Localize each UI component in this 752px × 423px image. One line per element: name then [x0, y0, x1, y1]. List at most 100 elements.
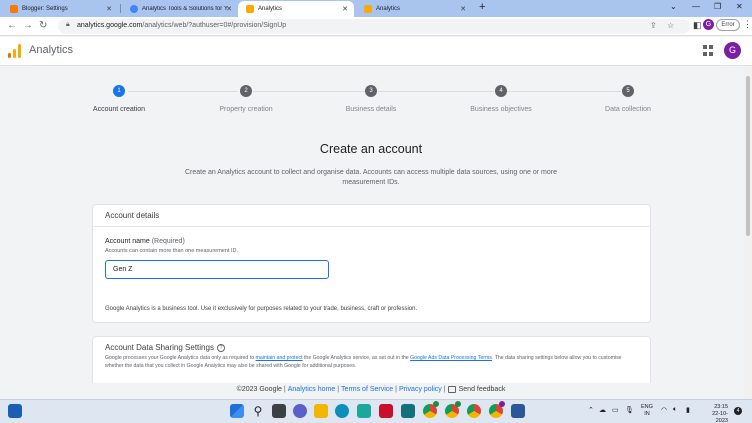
terms-of-service-link[interactable]: Terms of Service [341, 386, 393, 393]
browser-toolbar: ← → ↻ 🔒︎ analytics.google.com/analytics/… [0, 17, 752, 36]
onedrive-icon[interactable]: ☁ [599, 406, 606, 414]
tab-title: Analytics [258, 6, 283, 12]
search-icon[interactable]: ⚲ [251, 404, 265, 418]
tab-divider [120, 4, 121, 13]
language-indicator[interactable]: ENG IN [641, 404, 653, 418]
browser-menu-icon[interactable]: ⋮ [743, 19, 752, 30]
windows-taskbar: ⚲ ⌃ ☁ ▭ 🎙︎ ENG IN ◠ 🔈︎ ▮ 23:15 22-10-202… [0, 399, 752, 423]
widgets-icon[interactable] [8, 404, 22, 418]
lang-top: ENG [641, 404, 653, 410]
blogger-favicon-icon [10, 5, 18, 13]
sharing-text-1: Google processes your Google Analytics d… [105, 355, 256, 361]
analytics-logo-icon [8, 44, 22, 58]
mcafee-icon[interactable] [379, 404, 393, 418]
page-footer: ©2023 Google | Analytics home | Terms of Ser… [0, 383, 742, 399]
analytics-favicon-icon [364, 5, 372, 13]
privacy-policy-link[interactable]: Privacy policy [399, 386, 442, 393]
chrome-icon[interactable] [467, 404, 481, 418]
battery-icon[interactable]: ▮ [686, 406, 690, 414]
feedback-icon [447, 385, 456, 393]
step-1-label: Account creation [92, 106, 146, 113]
task-view-icon[interactable] [272, 404, 286, 418]
required-marker: (Required) [151, 238, 185, 245]
help-icon[interactable]: ? [216, 343, 225, 352]
notification-count[interactable]: 4 [734, 407, 742, 415]
copyright-text: ©2023 Google [236, 386, 282, 393]
tab-search-chevron-icon[interactable]: ⌄ [670, 2, 677, 11]
clock-date: 22-10-2023 [712, 411, 728, 423]
tab-title: Analytics [376, 6, 401, 12]
window-close-icon[interactable]: ✕ [736, 2, 743, 11]
mic-icon[interactable]: 🎙︎ [625, 406, 634, 414]
reload-icon[interactable]: ↻ [39, 20, 47, 31]
stepper-connector [507, 91, 621, 92]
restore-icon[interactable]: ❐ [714, 2, 721, 11]
account-name-help: Accounts can contain more than one measu… [105, 248, 238, 254]
google-apps-icon[interactable] [703, 45, 714, 56]
account-details-title: Account details [105, 211, 160, 220]
monitor-icon[interactable]: ▭ [612, 406, 619, 414]
teams-chat-icon[interactable] [293, 404, 307, 418]
setup-stepper: 1 2 3 4 5 Account creation Property crea… [0, 66, 742, 124]
send-feedback-button[interactable]: Send feedback [447, 385, 505, 393]
edge-icon[interactable] [335, 404, 349, 418]
back-arrow-icon[interactable]: ← [7, 20, 17, 31]
word-icon[interactable] [511, 404, 525, 418]
browser-tab-blogger[interactable]: Blogger: Settings ✕ [2, 1, 118, 17]
card-header: Account details [93, 205, 650, 227]
l-app-icon[interactable] [357, 404, 371, 418]
page-description: Create an Analytics account to collect a… [185, 169, 557, 186]
stepper-connector [253, 91, 365, 92]
profile-avatar[interactable]: G [703, 19, 714, 30]
step-5-label: Data collection [605, 106, 651, 113]
business-tool-disclaimer: Google Analytics is a business tool. Use… [105, 306, 418, 312]
tab-close-icon[interactable]: ✕ [460, 5, 466, 13]
step-2-indicator: 2 [240, 85, 252, 97]
url-text[interactable]: analytics.google.com/analytics/web/?auth… [77, 22, 286, 29]
show-hidden-icons-icon[interactable]: ⌃ [588, 406, 594, 414]
mosaic-app-icon[interactable] [401, 404, 415, 418]
browser-tab-strip: Blogger: Settings ✕ Analytics Tools & So… [0, 0, 752, 17]
account-name-label: Account name (Required) [105, 238, 185, 245]
tab-close-icon[interactable]: ✕ [342, 5, 348, 13]
step-3-label: Business details [345, 106, 397, 113]
new-tab-plus-icon[interactable]: + [479, 1, 485, 13]
system-clock[interactable]: 23:15 22-10-2023 [700, 404, 728, 423]
step-4-indicator: 4 [495, 85, 507, 97]
error-badge-button[interactable]: Error [716, 19, 740, 31]
url-host: analytics.google.com [77, 22, 143, 29]
step-3-indicator: 3 [365, 85, 377, 97]
notification-badge [455, 401, 461, 407]
minimize-icon[interactable]: — [692, 2, 700, 11]
file-explorer-icon[interactable] [314, 404, 328, 418]
tab-close-icon[interactable]: ✕ [226, 5, 232, 13]
step-1-indicator: 1 [113, 85, 125, 97]
windows-start-icon[interactable] [230, 404, 244, 418]
lock-icon[interactable]: 🔒︎ [66, 21, 70, 29]
browser-tab-analytics[interactable]: Analytics ✕ [356, 1, 472, 17]
share-icon[interactable]: ⇪ [650, 21, 657, 30]
analytics-home-link[interactable]: Analytics home [288, 386, 335, 393]
page-scrollbar[interactable] [744, 66, 752, 399]
step-5-indicator: 5 [622, 85, 634, 97]
account-avatar[interactable]: G [724, 42, 741, 59]
address-bar[interactable]: 🔒︎ analytics.google.com/analytics/web/?a… [58, 19, 690, 34]
sharing-text-2: the Google Analytics service, as set out… [302, 355, 411, 361]
url-path: /analytics/web/?authuser=0#/provision/Si… [142, 22, 287, 29]
data-processing-terms-link[interactable]: Google Ads Data Processing Terms [410, 355, 492, 361]
tab-close-icon[interactable]: ✕ [106, 5, 112, 13]
maintain-protect-link[interactable]: maintain and protect [256, 355, 303, 361]
data-sharing-description: Google processes your Google Analytics d… [105, 354, 635, 370]
account-name-input[interactable] [105, 260, 329, 279]
scrollbar-thumb[interactable] [746, 76, 750, 236]
bookmark-star-icon[interactable]: ☆ [667, 21, 674, 30]
browser-tab-analytics-active[interactable]: Analytics ✕ [238, 1, 354, 17]
wifi-icon[interactable]: ◠ [661, 406, 667, 414]
volume-icon[interactable]: 🔈︎ [673, 406, 677, 414]
forward-arrow-icon[interactable]: → [23, 20, 33, 31]
clock-time: 23:15 [714, 404, 728, 410]
analytics-page: Analytics G 1 2 3 4 5 Account creation P… [0, 37, 752, 399]
account-details-card: Account details Account name (Required) … [92, 204, 651, 323]
side-panel-icon[interactable]: ◧ [693, 20, 702, 31]
browser-tab-analytics-tools[interactable]: Analytics Tools & Solutions for Y ✕ [122, 1, 238, 17]
